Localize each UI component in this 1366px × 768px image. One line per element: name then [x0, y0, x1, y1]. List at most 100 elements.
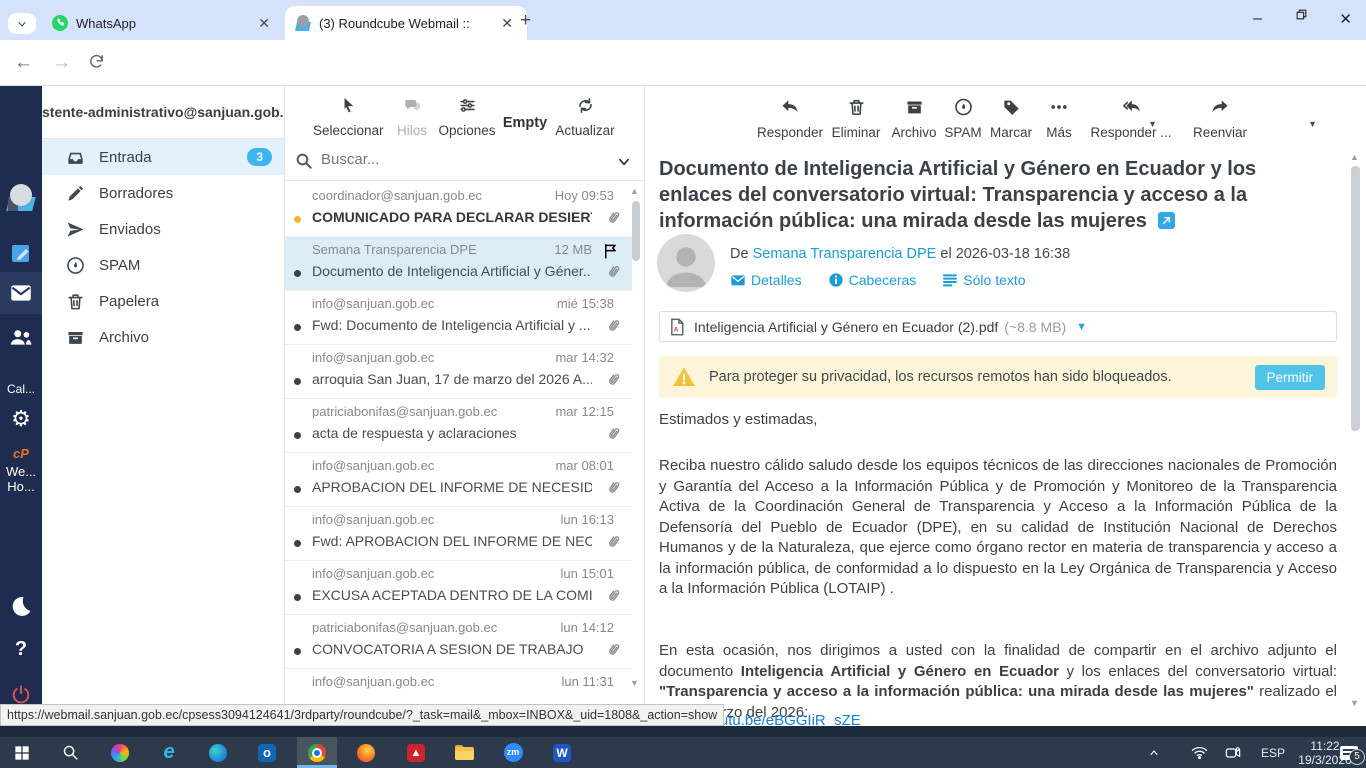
tab-close-icon[interactable]: ✕ — [497, 15, 517, 32]
reply-button[interactable]: Responder — [755, 97, 825, 140]
message-row-selected[interactable]: Semana Transparencia DPE12 MB Documento … — [285, 237, 632, 291]
taskbar-firefox-button[interactable] — [346, 737, 386, 768]
tray-wifi[interactable] — [1186, 737, 1212, 768]
tab-roundcube[interactable]: (3) Roundcube Webmail :: Entra ✕ — [285, 6, 527, 40]
list-scroll-down-icon[interactable]: ▼ — [630, 678, 639, 688]
reply-all-caret-icon[interactable]: ▾ — [1150, 119, 1155, 130]
compose-icon[interactable] — [0, 241, 42, 270]
taskbar-ie-button[interactable]: e — [149, 737, 189, 768]
sender-avatar — [657, 234, 715, 292]
attachment-name[interactable]: Inteligencia Artificial y Género en Ecua… — [694, 319, 998, 335]
paperclip-icon — [605, 209, 622, 226]
reload-button[interactable] — [88, 53, 105, 75]
tab-search-button[interactable] — [8, 13, 36, 34]
taskbar-explorer-button[interactable] — [444, 737, 484, 768]
window-minimize-button[interactable]: – — [1253, 10, 1262, 28]
message-row[interactable]: info@sanjuan.gob.ecmar 14:32 arroquia Sa… — [285, 345, 632, 399]
search-bar[interactable] — [285, 143, 643, 181]
paperclip-icon — [605, 641, 622, 658]
tab-whatsapp[interactable]: WhatsApp ✕ — [42, 6, 284, 40]
cpanel-logo[interactable]: cP — [0, 446, 42, 461]
allow-remote-button[interactable]: Permitir — [1255, 365, 1326, 390]
delete-button[interactable]: Eliminar — [825, 97, 887, 140]
spam-button[interactable]: SPAM — [939, 97, 987, 140]
message-row[interactable]: patriciabonifas@sanjuan.gob.eclun 14:12 … — [285, 615, 632, 669]
sidebar-item-papelera[interactable]: Papelera — [42, 283, 284, 319]
taskbar-word-button[interactable]: W — [542, 737, 582, 768]
reply-icon — [780, 97, 800, 117]
new-tab-button[interactable]: + — [520, 10, 531, 32]
start-button[interactable] — [2, 737, 42, 768]
sidebar-item-spam[interactable]: SPAM — [42, 247, 284, 283]
external-link-icon[interactable] — [1158, 212, 1175, 229]
attachment-menu-caret-icon[interactable]: ▼ — [1076, 321, 1087, 333]
taskbar-outlook-button[interactable]: o — [247, 737, 287, 768]
message-row[interactable]: info@sanjuan.gob.eclun 15:01 EXCUSA ACEP… — [285, 561, 632, 615]
back-button[interactable]: ← — [14, 52, 33, 74]
message-row[interactable]: patriciabonifas@sanjuan.gob.ecmar 12:15 … — [285, 399, 632, 453]
attachment-row[interactable]: A Inteligencia Artificial y Género en Ec… — [659, 311, 1337, 342]
reply-all-button[interactable]: Responder ... — [1085, 97, 1177, 140]
taskbar-zoom-button[interactable]: zm — [493, 737, 533, 768]
list-scrollbar-thumb[interactable] — [632, 201, 640, 261]
view-scroll-up-icon[interactable]: ▲ — [1350, 152, 1359, 162]
tray-teams[interactable] — [1220, 737, 1246, 768]
webmail-home-label-2[interactable]: Ho... — [0, 479, 42, 494]
mail-nav-icon[interactable] — [0, 272, 42, 314]
window-restore-button[interactable] — [1295, 8, 1308, 26]
archive-button[interactable]: Archivo — [885, 97, 943, 140]
view-scrollbar-thumb[interactable] — [1351, 166, 1360, 431]
flag-icon[interactable] — [602, 242, 620, 260]
tray-notifications[interactable]: 5 — [1334, 737, 1364, 768]
refresh-button[interactable]: Actualizar — [550, 96, 620, 138]
folder-label: Borradores — [99, 185, 173, 202]
calendar-nav-label[interactable]: Cal... — [0, 382, 42, 396]
taskbar-copilot-button[interactable] — [100, 737, 140, 768]
outlook-icon: o — [258, 744, 276, 762]
plaintext-link[interactable]: Sólo texto — [942, 272, 1025, 288]
sidebar-item-archivo[interactable]: Archivo — [42, 319, 284, 355]
tray-expand-button[interactable] — [1142, 737, 1166, 768]
search-options-chevron-icon[interactable] — [617, 155, 631, 169]
message-row[interactable]: coordinador@sanjuan.gob.ecHoy 09:53 COMU… — [285, 183, 632, 237]
headers-link[interactable]: Cabeceras — [828, 272, 917, 288]
dark-mode-moon-icon[interactable] — [0, 594, 42, 623]
list-scroll-up-icon[interactable]: ▲ — [630, 186, 639, 196]
message-row[interactable]: info@sanjuan.gob.eclun 16:13 Fwd: APROBA… — [285, 507, 632, 561]
unread-dot — [294, 594, 301, 601]
select-button[interactable]: Seleccionar — [313, 96, 383, 138]
threads-button[interactable]: Hilos — [390, 96, 434, 138]
empty-button[interactable]: Empty — [500, 112, 550, 131]
search-input[interactable] — [319, 150, 593, 169]
message-row[interactable]: info@sanjuan.gob.ecmar 08:01 APROBACION … — [285, 453, 632, 507]
taskbar-chrome-button-active[interactable] — [297, 737, 337, 768]
account-header[interactable]: stente-administrativo@sanjuan.gob.ec ⋮ — [42, 86, 284, 139]
help-icon[interactable]: ? — [0, 638, 42, 661]
more-button[interactable]: Más — [1037, 97, 1081, 140]
tab-close-icon[interactable]: ✕ — [254, 15, 274, 32]
window-close-button[interactable]: ✕ — [1339, 10, 1352, 28]
mark-button[interactable]: Marcar — [983, 97, 1039, 140]
details-link[interactable]: Detalles — [730, 272, 802, 288]
forward-button[interactable]: → — [52, 52, 71, 74]
folder-label: SPAM — [99, 257, 140, 274]
account-email: stente-administrativo@sanjuan.gob.ec — [42, 104, 284, 120]
sender-link[interactable]: Semana Transparencia DPE — [753, 246, 937, 262]
refresh-icon — [576, 96, 595, 115]
sidebar-item-borradores[interactable]: Borradores — [42, 175, 284, 211]
forward-caret-icon[interactable]: ▾ — [1310, 119, 1315, 130]
sidebar-item-entrada[interactable]: Entrada 3 — [42, 139, 284, 175]
taskbar-edge-button[interactable] — [198, 737, 238, 768]
contacts-icon[interactable] — [0, 324, 42, 355]
webmail-home-label-1[interactable]: We... — [0, 464, 42, 479]
taskbar-search-button[interactable] — [50, 737, 90, 768]
view-scroll-down-icon[interactable]: ▼ — [1350, 698, 1359, 708]
forward-button[interactable]: Reenviar — [1185, 97, 1255, 140]
taskbar-acrobat-button[interactable]: ▲ — [396, 737, 436, 768]
sidebar-item-enviados[interactable]: Enviados — [42, 211, 284, 247]
message-row[interactable]: info@sanjuan.gob.ecmié 15:38 Fwd: Docume… — [285, 291, 632, 345]
settings-gear-icon[interactable]: ⚙ — [0, 406, 42, 432]
options-button[interactable]: Opciones — [435, 96, 499, 138]
tray-language[interactable]: ESP — [1255, 737, 1291, 768]
reply-all-icon — [1120, 97, 1142, 117]
